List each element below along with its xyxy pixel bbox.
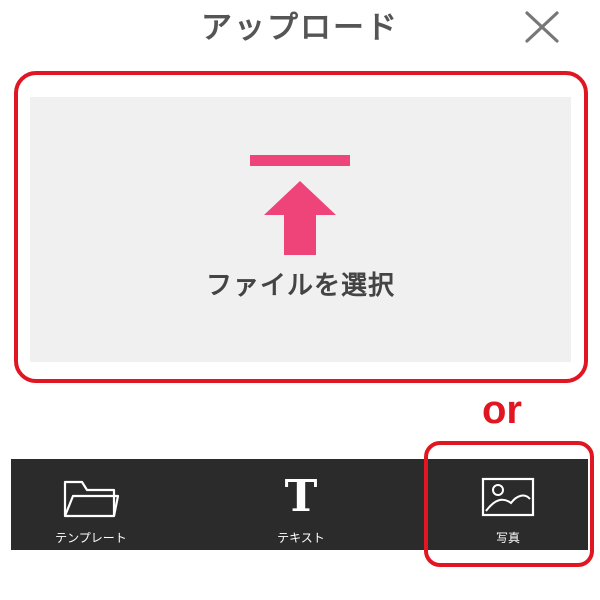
close-button[interactable] <box>522 10 562 44</box>
toolbar-item-template[interactable]: テンプレート <box>11 459 171 550</box>
toolbar-item-label: 写真 <box>495 531 520 545</box>
file-select-dropzone[interactable]: ファイルを選択 <box>30 97 571 362</box>
toolbar-item-label: テンプレート <box>55 531 127 545</box>
photo-icon <box>481 477 535 517</box>
text-icon: T <box>284 471 318 522</box>
or-annotation: or <box>482 388 522 432</box>
bottom-toolbar: テンプレート T テキスト 写真 <box>11 459 588 550</box>
toolbar-item-text[interactable]: T テキスト <box>221 459 381 550</box>
toolbar-item-label: テキスト <box>277 531 325 545</box>
folder-icon <box>63 480 120 518</box>
file-select-label: ファイルを選択 <box>205 271 395 301</box>
page-title: アップロード <box>201 10 399 46</box>
upload-arrow-icon <box>250 155 350 255</box>
close-icon <box>525 11 559 43</box>
toolbar-item-photo[interactable]: 写真 <box>428 459 588 550</box>
